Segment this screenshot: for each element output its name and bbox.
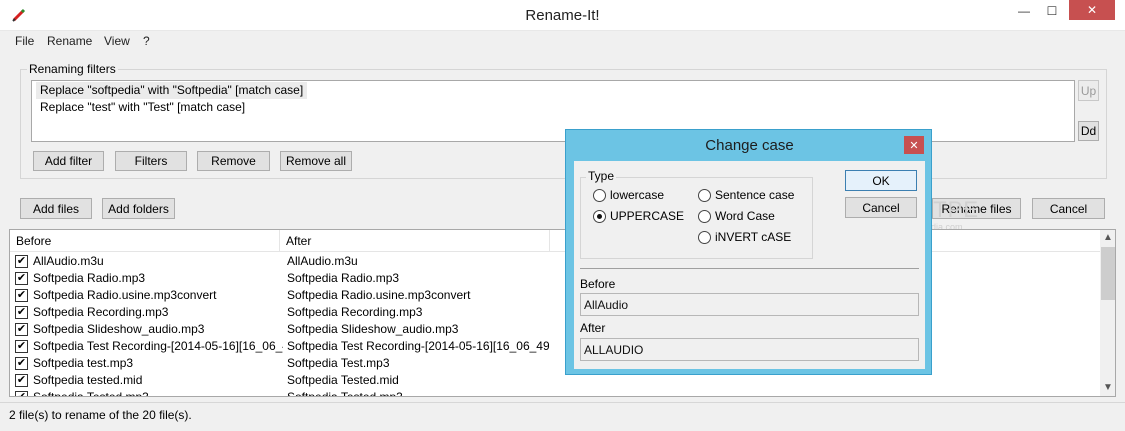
minimize-button[interactable]: — [1010,0,1038,22]
before-label: Before [580,277,616,291]
dialog-cancel-button[interactable]: Cancel [845,197,917,218]
row-checkbox[interactable]: ✔ [15,255,28,268]
scroll-up-icon[interactable]: ▲ [1100,230,1115,246]
cell-after: Softpedia Tested.mp3 [287,390,403,397]
cell-before: Softpedia tested.mid [33,373,143,387]
radio-label-lowercase[interactable]: lowercase [610,188,664,202]
add-files-button[interactable]: Add files [20,198,92,219]
radio-word-case[interactable] [698,210,711,223]
filters-button[interactable]: Filters [115,151,187,171]
row-checkbox[interactable]: ✔ [15,323,28,336]
row-checkbox[interactable]: ✔ [15,289,28,302]
close-button[interactable]: ✕ [1069,0,1115,20]
list-header: Before After [10,230,1100,252]
radio-label-invert-case[interactable]: iNVERT cASE [715,230,791,244]
add-filter-button[interactable]: Add filter [33,151,104,171]
table-row[interactable]: ✔ Softpedia Radio.mp3 Softpedia Radio.mp… [10,270,1100,287]
add-folders-button[interactable]: Add folders [102,198,175,219]
file-list[interactable]: Before After ✔ AllAudio.m3u AllAudio.m3u… [9,229,1116,397]
scroll-thumb[interactable] [1101,247,1115,300]
cell-after: Softpedia Slideshow_audio.mp3 [287,322,459,336]
row-checkbox[interactable]: ✔ [15,272,28,285]
window-title: Rename-It! [525,7,600,24]
remove-filter-button[interactable]: Remove [197,151,270,171]
remove-all-filters-button[interactable]: Remove all [280,151,352,171]
row-checkbox[interactable]: ✔ [15,340,28,353]
separator [580,268,919,269]
table-row[interactable]: ✔ Softpedia Radio.usine.mp3convert Softp… [10,287,1100,304]
after-field: ALLAUDIO [580,338,919,361]
menu-rename[interactable]: Rename [47,34,92,48]
status-bar: 2 file(s) to rename of the 20 file(s). [0,402,1125,431]
move-down-button[interactable]: Dd [1078,121,1099,141]
cell-after: Softpedia Test Recording-[2014-05-16][16… [287,339,549,353]
cell-after: AllAudio.m3u [287,254,358,268]
row-checkbox[interactable]: ✔ [15,357,28,370]
cell-after: Softpedia Tested.mid [287,373,399,387]
maximize-button[interactable]: ☐ [1038,0,1066,22]
radio-label-sentence-case[interactable]: Sentence case [715,188,794,202]
table-row[interactable]: ✔ Softpedia Tested.mp3 Softpedia Tested.… [10,389,1100,397]
cell-after: Softpedia Recording.mp3 [287,305,423,319]
column-header-after[interactable]: After [280,230,550,252]
table-row[interactable]: ✔ Softpedia Slideshow_audio.mp3 Softpedi… [10,321,1100,338]
row-checkbox[interactable]: ✔ [15,306,28,319]
change-case-dialog: Change case ✕ Type lowercase UPPERCASE S… [565,129,932,375]
renaming-filters-legend: Renaming filters [27,62,118,76]
radio-label-uppercase[interactable]: UPPERCASE [610,209,684,223]
cell-before: Softpedia Radio.mp3 [33,271,146,285]
after-label: After [580,321,606,335]
vertical-scrollbar[interactable]: ▲ ▼ [1100,230,1115,396]
column-header-before[interactable]: Before [10,230,280,252]
menu-help[interactable]: ? [143,34,150,48]
ok-button[interactable]: OK [845,170,917,191]
radio-label-word-case[interactable]: Word Case [715,209,775,223]
cell-after: Softpedia Radio.mp3 [287,271,400,285]
type-legend: Type [586,169,617,183]
radio-uppercase[interactable] [593,210,606,223]
move-up-button[interactable]: Up [1078,80,1099,101]
dialog-title: Change case [705,137,794,154]
filter-item[interactable]: Replace "test" with "Test" [match case] [36,99,249,116]
cell-after: Softpedia Test.mp3 [287,356,390,370]
table-row[interactable]: ✔ Softpedia Recording.mp3 Softpedia Reco… [10,304,1100,321]
cell-before: AllAudio.m3u [33,254,104,268]
title-bar: Rename-It! — ☐ ✕ [0,0,1125,31]
radio-sentence-case[interactable] [698,189,711,202]
menu-view[interactable]: View [104,34,130,48]
menu-file[interactable]: File [15,34,34,48]
cell-before: Softpedia test.mp3 [33,356,134,370]
row-checkbox[interactable]: ✔ [15,374,28,387]
status-text: 2 file(s) to rename of the 20 file(s). [9,408,192,422]
cell-before: Softpedia Tested.mp3 [33,390,149,397]
cell-before: Softpedia Slideshow_audio.mp3 [33,322,205,336]
radio-invert-case[interactable] [698,231,711,244]
filter-item[interactable]: Replace "softpedia" with "Softpedia" [ma… [36,82,308,99]
cell-after: Softpedia Radio.usine.mp3convert [287,288,471,302]
table-row[interactable]: ✔ AllAudio.m3u AllAudio.m3u [10,253,1100,270]
before-field: AllAudio [580,293,919,316]
dialog-body: Type lowercase UPPERCASE Sentence case W… [574,161,925,369]
cancel-button[interactable]: Cancel [1032,198,1105,219]
table-row[interactable]: ✔ Softpedia tested.mid Softpedia Tested.… [10,372,1100,389]
scroll-down-icon[interactable]: ▼ [1100,380,1115,396]
dialog-close-button[interactable]: ✕ [904,136,924,154]
table-row[interactable]: ✔ Softpedia Test Recording-[2014-05-16][… [10,338,1100,355]
cell-before: Softpedia Recording.mp3 [33,305,169,319]
menu-bar: File Rename View ? [0,31,1125,51]
table-row[interactable]: ✔ Softpedia test.mp3 Softpedia Test.mp3 [10,355,1100,372]
cell-before: Softpedia Radio.usine.mp3convert [33,288,217,302]
row-checkbox[interactable]: ✔ [15,391,28,396]
radio-lowercase[interactable] [593,189,606,202]
cell-before: Softpedia Test Recording-[2014-05-16][16… [33,339,283,353]
